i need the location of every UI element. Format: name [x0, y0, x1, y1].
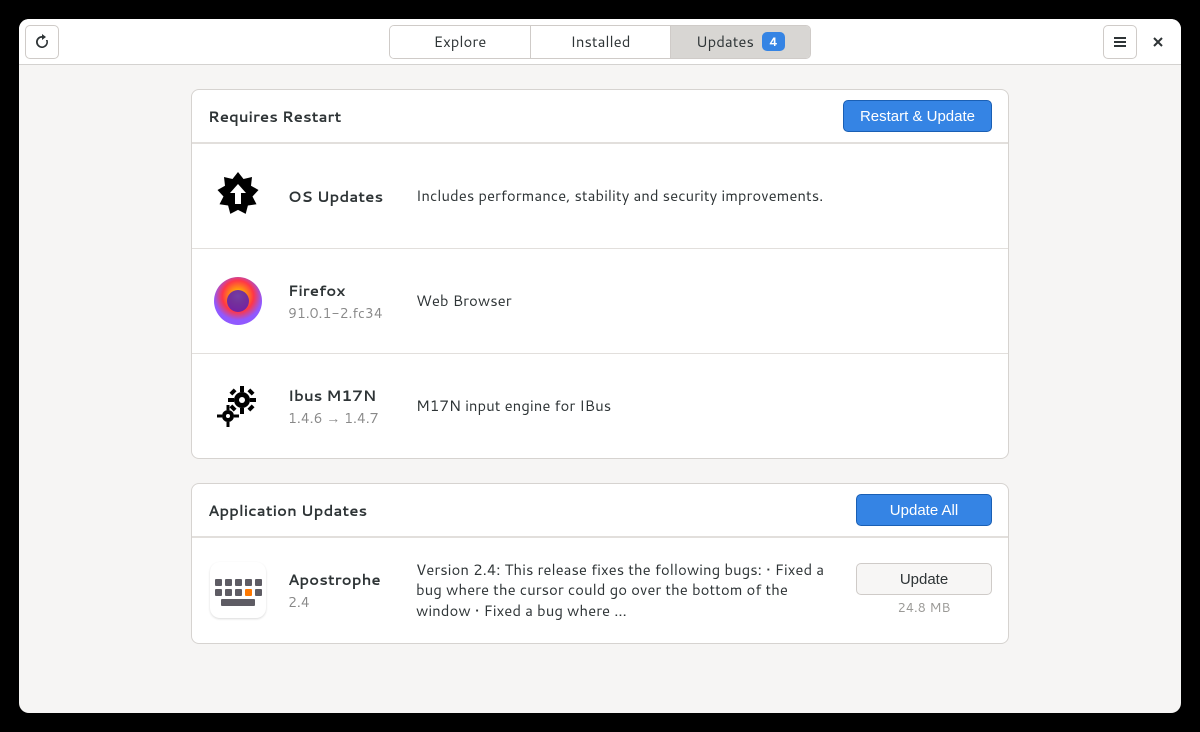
menu-button[interactable]: [1103, 25, 1137, 59]
hamburger-icon: [1112, 34, 1128, 50]
tab-installed[interactable]: Installed: [530, 26, 670, 58]
view-tabs: Explore Installed Updates 4: [389, 25, 811, 59]
app-updates-section: Application Updates Update All Apostroph…: [191, 483, 1009, 644]
item-title: Firefox: [288, 280, 396, 301]
item-description: Web Browser: [416, 291, 992, 311]
tab-label: Installed: [571, 31, 631, 52]
updates-count-badge: 4: [762, 32, 785, 51]
item-version: 1.4.6 → 1.4.7: [288, 408, 396, 428]
app-window: Explore Installed Updates 4 Requires Res…: [19, 19, 1181, 713]
os-updates-icon: [208, 166, 268, 226]
section-header: Requires Restart Restart & Update: [192, 90, 1008, 143]
item-title: OS Updates: [288, 186, 396, 207]
item-version: 91.0.1-2.fc34: [288, 303, 396, 323]
download-size: 24.8 MB: [898, 599, 951, 617]
titlebar: Explore Installed Updates 4: [19, 19, 1181, 65]
update-button[interactable]: Update: [856, 563, 992, 595]
tab-explore[interactable]: Explore: [390, 26, 530, 58]
restart-section: Requires Restart Restart & Update OS Upd…: [191, 89, 1009, 459]
restart-update-button[interactable]: Restart & Update: [843, 100, 992, 132]
tab-label: Explore: [434, 31, 487, 52]
close-icon: [1151, 35, 1165, 49]
section-header: Application Updates Update All: [192, 484, 1008, 537]
update-row[interactable]: Firefox 91.0.1-2.fc34 Web Browser: [192, 248, 1008, 353]
item-title: Apostrophe: [288, 569, 396, 590]
item-title: Ibus M17N: [288, 385, 396, 406]
update-row[interactable]: Ibus M17N 1.4.6 → 1.4.7 M17N input engin…: [192, 353, 1008, 458]
apostrophe-icon: [208, 560, 268, 620]
item-description: Version 2.4: This release fixes the foll…: [416, 560, 836, 621]
item-description: Includes performance, stability and secu…: [416, 186, 992, 206]
refresh-button[interactable]: [25, 25, 59, 59]
update-row[interactable]: OS Updates Includes performance, stabili…: [192, 143, 1008, 248]
update-all-button[interactable]: Update All: [856, 494, 992, 526]
tab-updates[interactable]: Updates 4: [670, 26, 810, 58]
item-description: M17N input engine for IBus: [416, 396, 992, 416]
ibus-icon: [208, 376, 268, 436]
firefox-icon: [208, 271, 268, 331]
content-area: Requires Restart Restart & Update OS Upd…: [19, 65, 1181, 713]
item-version: 2.4: [288, 592, 396, 612]
section-title: Requires Restart: [208, 106, 341, 127]
update-row[interactable]: Apostrophe 2.4 Version 2.4: This release…: [192, 537, 1008, 643]
refresh-icon: [34, 34, 50, 50]
close-button[interactable]: [1141, 25, 1175, 59]
section-title: Application Updates: [208, 500, 367, 521]
tab-label: Updates: [696, 31, 754, 52]
